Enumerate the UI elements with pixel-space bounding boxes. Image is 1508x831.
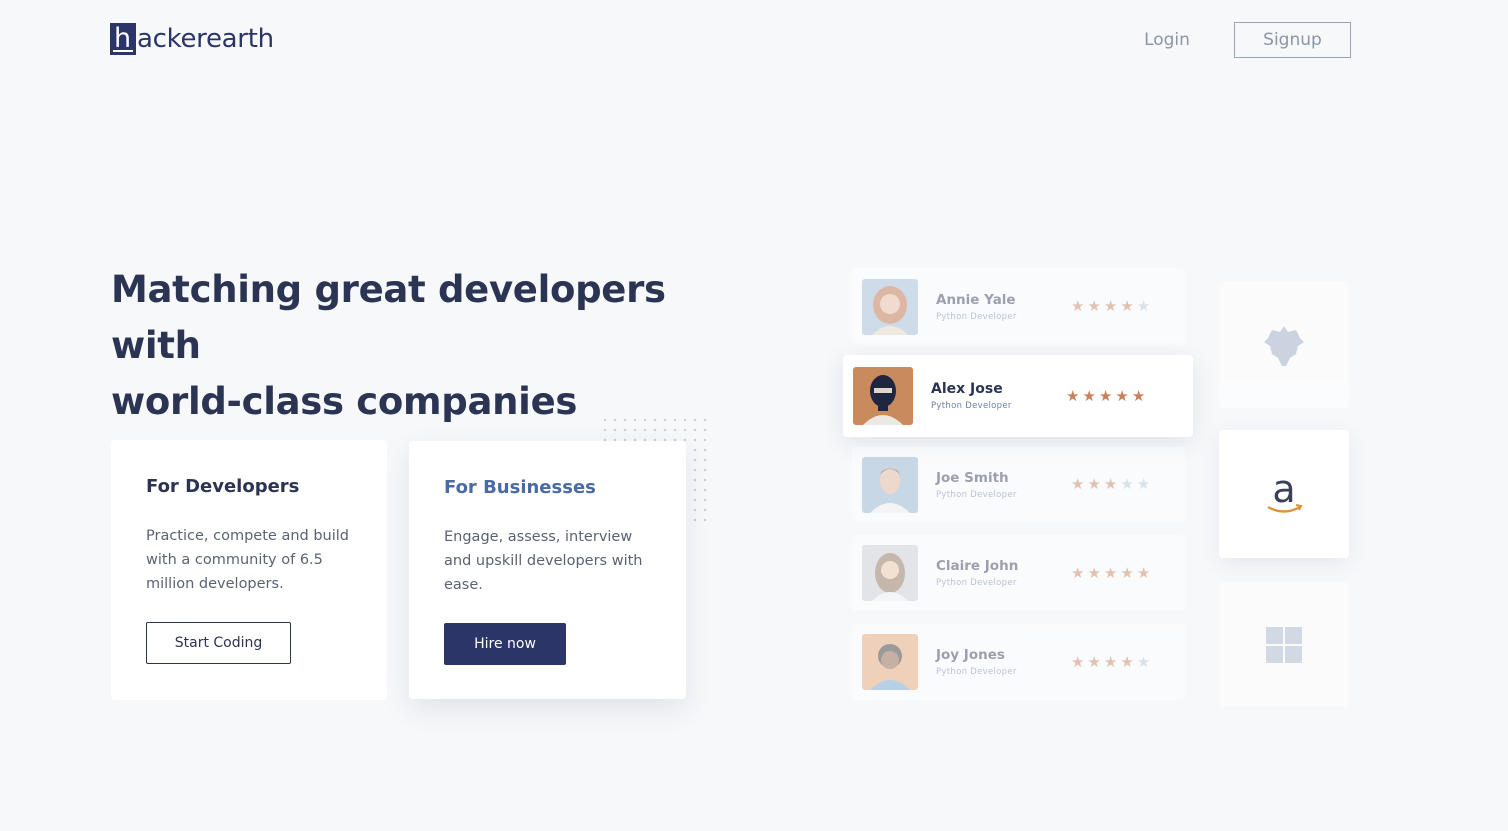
star-filled-icon: ★ (1131, 386, 1146, 405)
avatar (862, 456, 918, 513)
start-coding-button[interactable]: Start Coding (146, 622, 291, 664)
star-empty-icon: ★ (1136, 297, 1151, 315)
star-filled-icon: ★ (1071, 652, 1085, 671)
developers-card-title: For Developers (146, 476, 300, 497)
profile-name: Joe Smith (936, 469, 1009, 486)
rating-stars: ★ ★ ★ ★ ★ (1071, 652, 1151, 671)
star-filled-icon: ★ (1103, 652, 1118, 671)
star-filled-icon: ★ (1120, 563, 1134, 582)
rating-stars: ★ ★ ★ ★ ★ (1071, 299, 1150, 314)
star-filled-icon: ★ (1103, 475, 1118, 493)
profile-role: Python Developer (936, 667, 1017, 677)
avatar (862, 278, 918, 335)
profile-name: Joy Jones (936, 647, 1005, 663)
star-filled-icon: ★ (1082, 386, 1096, 405)
hackerearth-logo[interactable]: h ackerearth (110, 22, 274, 56)
profile-card: Joy Jones Python Developer ★ ★ ★ ★ ★ (852, 624, 1185, 700)
hero-title: Matching great developers with world-cla… (111, 262, 751, 430)
profile-card: Annie Yale Python Developer ★ ★ ★ ★ ★ (852, 268, 1185, 345)
star-filled-icon: ★ (1120, 297, 1134, 315)
profile-role: Python Developer (931, 401, 1012, 411)
logo-text: ackerearth (137, 24, 274, 54)
profile-card: Claire John Python Developer ★ ★ ★ ★ ★ (852, 535, 1185, 611)
svg-text:a: a (1272, 472, 1295, 511)
star-filled-icon: ★ (1115, 386, 1129, 405)
profile-role: Python Developer (936, 311, 1017, 322)
avatar (862, 545, 918, 601)
logo-mark-letter: h (114, 23, 132, 54)
star-filled-icon: ★ (1087, 297, 1101, 315)
businesses-card-description: Engage, assess, interview and upskill de… (444, 529, 643, 593)
star-filled-icon: ★ (1087, 652, 1101, 671)
eagle-logo-icon (1264, 325, 1304, 366)
star-filled-icon: ★ (1098, 386, 1113, 405)
rating-stars: ★ ★ ★ ★ ★ (1071, 477, 1150, 492)
profile-name: Claire John (936, 558, 1019, 574)
star-filled-icon: ★ (1066, 386, 1080, 405)
login-link[interactable]: Login (1120, 22, 1214, 58)
avatar (853, 367, 913, 425)
star-filled-icon: ★ (1071, 297, 1085, 315)
hero-title-line2: world-class companies (111, 380, 578, 423)
logo-mark-icon: h (110, 23, 136, 55)
company-card (1219, 582, 1349, 707)
profile-name: Alex Jose (931, 381, 1003, 397)
profile-role: Python Developer (936, 489, 1017, 500)
developers-card: For Developers Practice, compete and bui… (111, 440, 387, 700)
rating-stars: ★ ★ ★ ★ ★ (1066, 386, 1146, 405)
avatar (862, 634, 918, 690)
businesses-card-title: For Businesses (444, 477, 596, 498)
rating-stars: ★ ★ ★ ★ ★ (1071, 563, 1151, 582)
star-filled-icon: ★ (1103, 297, 1118, 315)
star-filled-icon: ★ (1136, 563, 1151, 582)
star-filled-icon: ★ (1103, 563, 1118, 582)
star-empty-icon: ★ (1136, 652, 1151, 671)
profile-card: Joe Smith Python Developer ★ ★ ★ ★ ★ (852, 447, 1185, 522)
company-card (1219, 281, 1349, 408)
company-card: a (1219, 430, 1349, 558)
businesses-card: For Businesses Engage, assess, interview… (409, 441, 686, 699)
star-empty-icon: ★ (1136, 475, 1151, 493)
star-filled-icon: ★ (1071, 563, 1085, 582)
hire-now-button[interactable]: Hire now (444, 623, 566, 665)
profile-role: Python Developer (936, 578, 1017, 588)
profile-card-featured: Alex Jose Python Developer ★ ★ ★ ★ ★ (843, 355, 1193, 437)
star-filled-icon: ★ (1120, 652, 1134, 671)
hero-title-line1: Matching great developers with (111, 268, 666, 367)
signup-button[interactable]: Signup (1234, 22, 1351, 58)
amazon-logo-icon: a (1267, 472, 1303, 513)
developers-card-description: Practice, compete and build with a commu… (146, 528, 349, 592)
profile-name: Annie Yale (936, 291, 1016, 308)
star-filled-icon: ★ (1087, 475, 1101, 493)
star-empty-icon: ★ (1120, 475, 1134, 493)
windows-logo-icon (1266, 626, 1302, 663)
star-filled-icon: ★ (1071, 475, 1085, 493)
star-filled-icon: ★ (1087, 563, 1101, 582)
